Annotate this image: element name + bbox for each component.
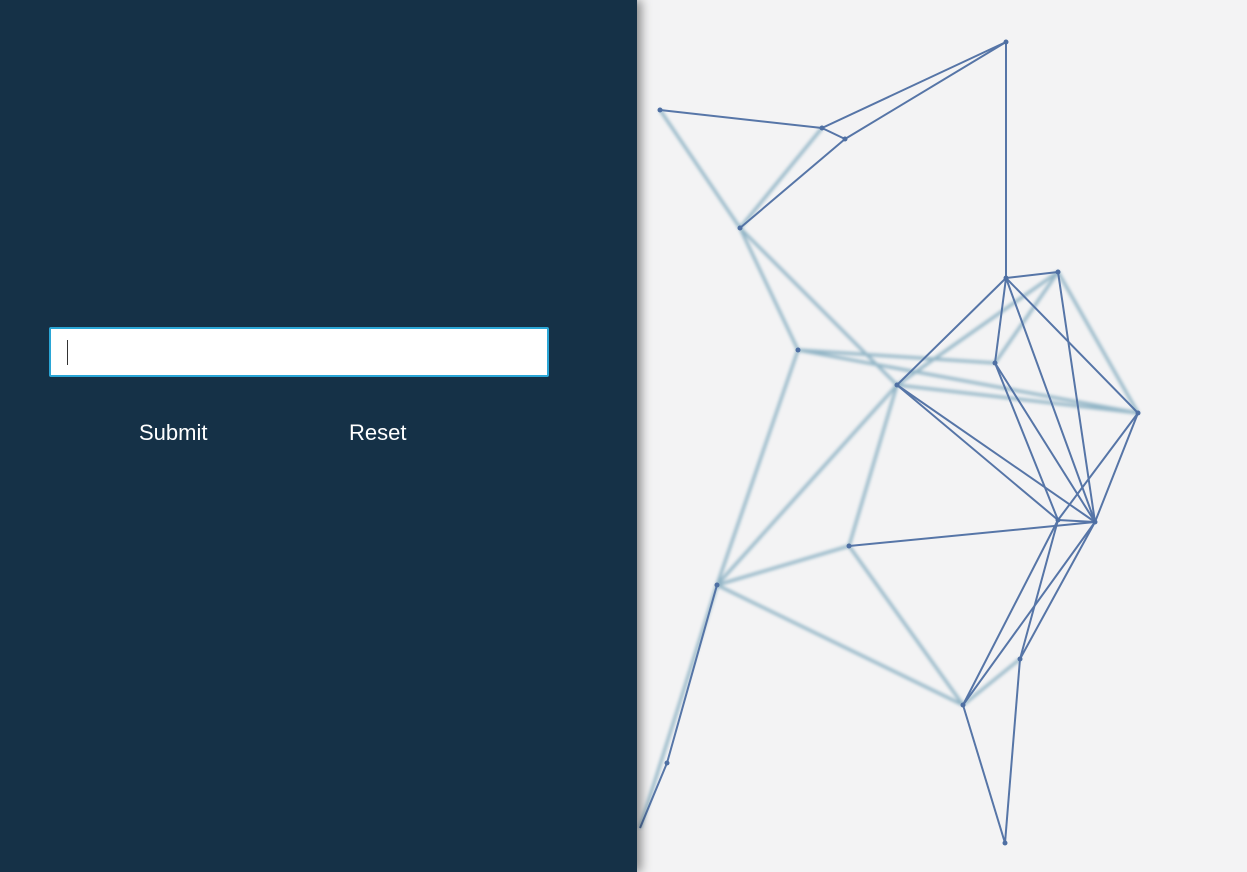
text-cursor (67, 340, 68, 365)
form-panel: Submit Reset (0, 0, 637, 872)
submit-button[interactable]: Submit (133, 418, 213, 448)
text-input[interactable] (51, 329, 547, 375)
text-input-container[interactable] (49, 327, 549, 377)
login-screen: Submit Reset (0, 0, 1247, 872)
reset-button[interactable]: Reset (343, 418, 412, 448)
